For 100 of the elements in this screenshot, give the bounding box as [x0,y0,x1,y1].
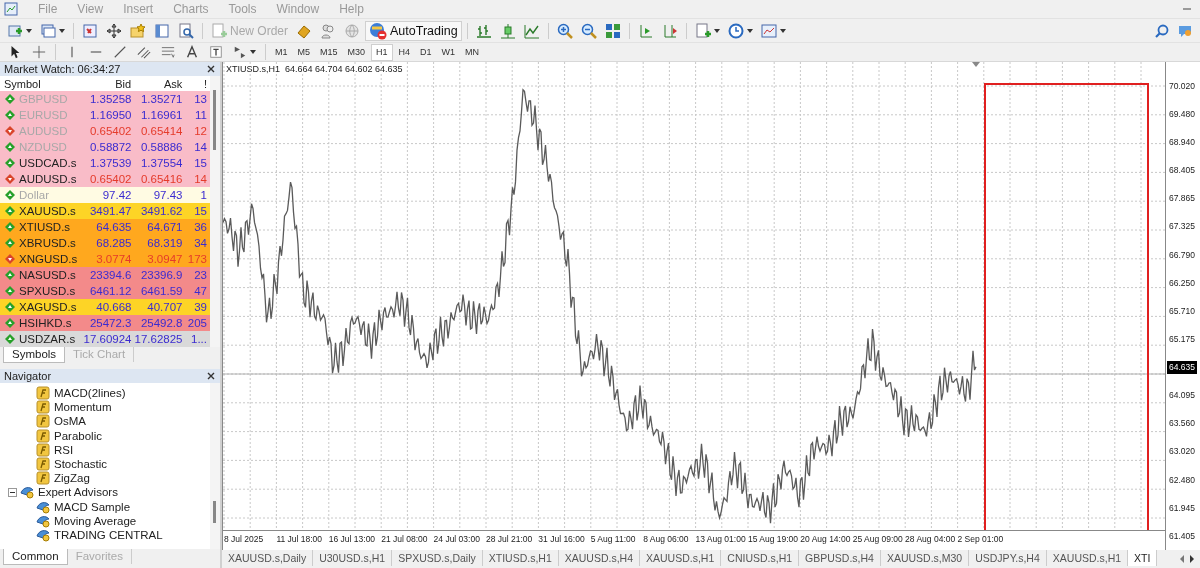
chart-tab[interactable]: XTIUSD.s,H1 [482,550,559,566]
tree-item[interactable]: MACD(2lines) [0,386,210,401]
plus-chart-icon [7,22,23,39]
tree-item[interactable]: TRADING CENTRAL [0,527,210,543]
trend-line-icon [113,45,127,59]
panel-tab[interactable]: Common [3,549,68,565]
scrollbar-thumb[interactable] [213,501,216,523]
quote-row[interactable]: XAUUSD.s 3491.47 3491.62 15 [0,203,210,219]
quote-row[interactable]: USDZAR.s 17.60924 17.62825 1... [0,331,210,347]
indicator-icon [36,457,51,472]
chart-tab[interactable]: GBPUSD.s,H4 [799,550,881,566]
caret-icon [746,28,753,33]
quote-row[interactable]: HSIHKD.s 25472.3 25492.8 205 [0,315,210,331]
symbol-name: NZDUSD [19,141,67,153]
spread-value: 47 [193,285,208,297]
tree-item[interactable]: MACD Sample [0,499,210,514]
indicator-icon [36,400,51,415]
shift-marker-icon[interactable] [972,62,980,67]
tree-item[interactable]: Expert Advisors [0,485,210,500]
indicator-icon [36,428,51,443]
quote-row[interactable]: USDCAD.s 1.37539 1.37554 15 [0,155,210,171]
chart-shift-icon [637,22,654,39]
symbol-name: GBPUSD [19,93,68,105]
timeframe-button[interactable]: M5 [293,43,315,61]
bid-price: 1.37539 [88,157,133,169]
quote-row[interactable]: NASUSD.s 23394.6 23396.9 23 [0,267,210,283]
timeframe-button[interactable]: MN [461,43,484,61]
quote-row[interactable]: AUDUSD.s 0.65402 0.65416 14 [0,171,210,187]
indicator-icon [36,442,51,457]
search-icon [1155,23,1169,38]
panel-tab[interactable]: Symbols [3,347,66,363]
timeframe-button[interactable]: M1 [271,43,292,61]
chart-tab[interactable]: XAUUSD.s,H1 [640,550,722,566]
quote-row[interactable]: EURUSD 1.16950 1.16961 11 [0,107,210,123]
scrollbar-thumb[interactable] [213,90,216,150]
quote-row[interactable]: XBRUSD.s 68.285 68.319 34 [0,235,210,251]
indicator-icon [36,414,51,429]
template-window-icon [760,22,777,39]
scrollbar[interactable] [210,76,220,347]
column-header[interactable]: ! [183,77,210,90]
expert-icon [36,499,51,514]
quote-row[interactable]: Dollar 97.42 97.43 1 [0,187,210,203]
chart-tab[interactable]: CNIUSD.s,H1 [721,550,800,566]
tree-item[interactable]: Parabolic [0,428,210,443]
quote-row[interactable]: SPXUSD.s 6461.12 6461.59 47 [0,283,210,299]
tree-item[interactable]: RSI [0,442,210,457]
quote-row[interactable]: XNGUSD.s 3.0774 3.0947 173 [0,251,210,267]
tree-item[interactable]: Stochastic [0,456,210,472]
quote-row[interactable]: NZDUSD 0.58872 0.58886 14 [0,139,210,155]
timeframe-button[interactable]: D1 [416,43,436,61]
symbol-name: NASUSD.s [19,269,76,281]
timeframe-button[interactable]: H4 [394,43,415,61]
ask-price: 0.65416 [139,173,184,185]
tree-item-label: ZigZag [54,472,90,485]
ask-price: 3.0947 [146,253,184,265]
tree-item[interactable]: ZigZag [0,471,210,486]
chart-tab[interactable]: XTI [1128,550,1158,566]
time-label: 2 Sep 01:00 [957,534,1005,544]
symbol-name: HSIHKD.s [19,317,72,329]
chart-tab[interactable]: XAUUSD.s,M30 [880,550,970,566]
quote-row[interactable]: XAGUSD.s 40.668 40.707 39 [0,299,210,315]
spread-value: 1 [199,189,208,201]
timeframe-button[interactable]: W1 [437,43,460,61]
timeframe-button[interactable]: H1 [371,43,393,61]
scrollbar[interactable] [210,383,220,549]
column-header[interactable]: Symbol [0,77,81,90]
tree-item-label: TRADING CENTRAL [54,528,163,541]
price-label: 70.020 [1169,80,1195,91]
tree-item[interactable]: Moving Average [0,513,210,528]
bar-chart-icon [475,22,492,39]
spread-value: 34 [193,237,208,249]
timeframe-button[interactable]: M30 [343,43,370,61]
quote-row[interactable]: GBPUSD 1.35258 1.35271 13 [0,91,210,107]
spread-value: 173 [186,253,208,265]
ask-price: 0.58886 [139,141,184,153]
chart-tab[interactable]: XAUUSD.s,H4 [558,550,641,566]
chart-tab[interactable]: XAUUSD.s,Daily [222,550,314,566]
chart-tab[interactable]: SPXUSD.s,Daily [392,550,483,566]
chart-tab[interactable]: U30USD.s,H1 [313,550,393,566]
tree-item[interactable]: Momentum [0,400,210,415]
tree-item-label: Moving Average [54,514,137,527]
panel-window-icon [154,22,170,39]
right-arrow-icon[interactable] [1188,554,1196,564]
symbol-name: XAUUSD.s [19,205,76,217]
collapse-icon[interactable] [8,487,17,497]
autotrading-button[interactable]: AutoTrading [365,20,462,41]
close-icon[interactable] [207,372,215,380]
symbol-name: USDCAD.s [19,157,77,169]
close-icon[interactable] [207,65,215,73]
column-header[interactable]: Ask [132,77,184,90]
bid-price: 40.668 [95,301,133,313]
time-label: 20 Aug 14:00 [800,534,852,544]
current-price-badge: 64.635 [1167,360,1197,374]
chart-tab[interactable]: USDJPY.s,H4 [969,550,1047,566]
column-header[interactable]: Bid [80,77,133,90]
timeframe-button[interactable]: M15 [316,43,342,61]
tree-item[interactable]: OsMA [0,414,210,429]
left-arrow-icon[interactable] [1178,554,1186,564]
bid-price: 1.35258 [88,93,133,105]
quote-row[interactable]: XTIUSD.s 64.635 64.671 36 [0,219,210,235]
